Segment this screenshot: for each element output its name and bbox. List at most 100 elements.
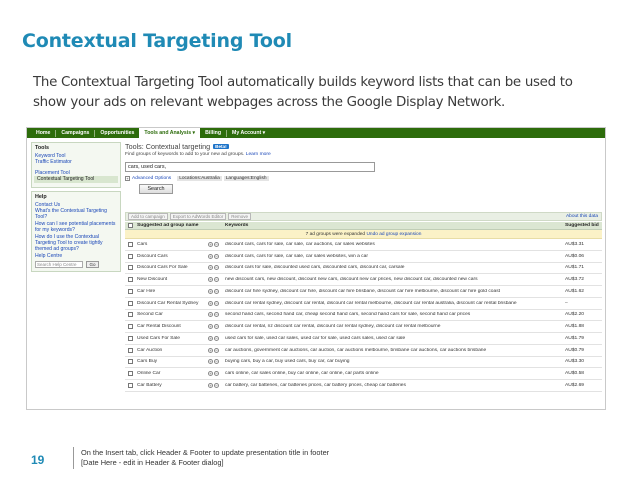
ad-group-name: Discount Car Rental Sydney <box>137 300 199 306</box>
expand-plus-icon[interactable]: + <box>208 359 213 365</box>
row-controls: + − <box>208 371 224 377</box>
languages-filter[interactable]: Languages:English <box>223 176 269 181</box>
expand-plus-icon[interactable]: + <box>208 347 213 353</box>
nav-tab-campaigns[interactable]: Campaigns <box>56 128 94 138</box>
nav-tab-billing[interactable]: Billing <box>200 128 226 138</box>
select-all-cell <box>125 223 135 228</box>
table-row: Car Rental Discount + − discount car rental… <box>125 321 602 333</box>
help-link-themed-ad-groups[interactable]: How do I use the Contextual Targeting To… <box>32 234 120 253</box>
tools-panel: Tools Keyword Tool Traffic Estimator Pla… <box>31 142 121 188</box>
suggested-bid: AU$0.79 <box>565 347 585 353</box>
row-checkbox[interactable] <box>127 277 133 283</box>
expand-plus-icon[interactable]: + <box>208 288 213 294</box>
suggested-bid: AU$2.20 <box>565 312 585 318</box>
row-checkbox[interactable] <box>127 335 133 341</box>
suggested-bid: AU$0.06 <box>565 253 585 259</box>
sidebar: Tools Keyword Tool Traffic Estimator Pla… <box>31 142 121 275</box>
help-go-button[interactable]: Go <box>86 261 99 269</box>
expand-plus-icon[interactable]: + <box>125 176 130 181</box>
ad-group-name: Car Battery <box>137 382 162 388</box>
table-row: Car Hire + − discount car hire sydney, disc… <box>125 286 602 298</box>
learn-more-link[interactable]: Learn more <box>246 152 271 157</box>
nav-tab-home[interactable]: Home <box>31 128 55 138</box>
row-controls: + − <box>208 324 224 330</box>
row-controls: + − <box>208 241 224 247</box>
expand-plus-icon[interactable]: + <box>208 241 213 247</box>
expand-plus-icon[interactable]: + <box>208 265 213 271</box>
tool-title: Tools: Contextual targeting Beta! <box>125 142 602 151</box>
footer-divider <box>73 447 74 469</box>
keyword-input[interactable]: cars, used cars, <box>125 162 375 172</box>
undo-expansion-link[interactable]: Undo ad group expansion <box>366 232 421 237</box>
nav-tab-opportunities[interactable]: Opportunities <box>95 128 139 138</box>
collapse-minus-icon[interactable]: − <box>214 359 219 365</box>
expand-plus-icon[interactable]: + <box>208 277 213 283</box>
add-to-campaign-button[interactable]: Add to campaign <box>128 213 168 220</box>
collapse-minus-icon[interactable]: − <box>214 312 219 318</box>
expand-plus-icon[interactable]: + <box>208 312 213 318</box>
help-search-input[interactable]: Search Help Centre <box>35 261 83 269</box>
tool-name: Contextual targeting <box>145 142 211 151</box>
header-ad-group-name[interactable]: Suggested ad group name <box>135 223 208 228</box>
row-checkbox[interactable] <box>127 359 133 365</box>
remove-button[interactable]: Remove <box>228 213 251 220</box>
row-checkbox[interactable] <box>127 265 133 271</box>
footer-line-2: [Date Here - edit in Header & Footer dia… <box>81 458 224 467</box>
suggested-bid: AU$3.31 <box>565 241 585 247</box>
locations-filter[interactable]: Locations:Australia <box>177 176 222 181</box>
advanced-options-row: + Advanced Options Locations:Australia L… <box>125 176 602 181</box>
table-row: Discount Car Rental Sydney + − discount car… <box>125 298 602 310</box>
row-controls: + − <box>208 312 224 318</box>
collapse-minus-icon[interactable]: − <box>214 371 219 377</box>
select-all-checkbox[interactable] <box>127 223 133 228</box>
collapse-minus-icon[interactable]: − <box>214 265 219 271</box>
row-checkbox[interactable] <box>127 253 133 259</box>
expand-plus-icon[interactable]: + <box>208 324 213 330</box>
table-row: Cars + − discount cars, cars for sale, car … <box>125 239 602 251</box>
expand-plus-icon[interactable]: + <box>208 371 213 377</box>
row-controls: + − <box>208 277 224 283</box>
table-row: New Discount + − new discount cars, new dis… <box>125 274 602 286</box>
keywords-cell: second hand cars, second hand car, cheap… <box>225 312 471 318</box>
row-checkbox-cell <box>125 312 135 318</box>
row-checkbox[interactable] <box>127 324 133 330</box>
expand-plus-icon[interactable]: + <box>208 253 213 259</box>
about-this-data-link[interactable]: About this data <box>566 214 601 219</box>
help-link-potential-placements[interactable]: How can I see potential placements for m… <box>32 221 120 234</box>
collapse-minus-icon[interactable]: − <box>214 241 219 247</box>
export-button[interactable]: Export to AdWords Editor <box>169 213 227 220</box>
row-checkbox[interactable] <box>127 371 133 377</box>
collapse-minus-icon[interactable]: − <box>214 253 219 259</box>
collapse-minus-icon[interactable]: − <box>214 382 219 388</box>
collapse-minus-icon[interactable]: − <box>214 300 219 306</box>
header-suggested-bid[interactable]: Suggested bid <box>562 223 602 228</box>
advanced-options-link[interactable]: Advanced Options <box>132 176 171 181</box>
tools-label: Tools: <box>125 142 144 151</box>
collapse-minus-icon[interactable]: − <box>214 288 219 294</box>
suggested-bid: AU$1.88 <box>565 324 585 330</box>
row-checkbox-cell <box>125 265 135 271</box>
row-controls: + − <box>208 265 224 271</box>
row-checkbox[interactable] <box>127 312 133 318</box>
nav-tab-tools-and-analysis[interactable]: Tools and Analysis ▾ <box>139 128 201 138</box>
row-controls: + − <box>208 382 224 388</box>
help-link-what-is-tool[interactable]: What's the Contextual Targeting Tool? <box>32 208 120 221</box>
help-search: Search Help Centre Go <box>32 259 120 271</box>
ad-group-name: Car Auction <box>137 347 163 353</box>
row-checkbox[interactable] <box>127 241 133 247</box>
collapse-minus-icon[interactable]: − <box>214 347 219 353</box>
collapse-minus-icon[interactable]: − <box>214 277 219 283</box>
expand-plus-icon[interactable]: + <box>208 335 213 341</box>
search-button[interactable]: Search <box>139 184 173 194</box>
row-checkbox[interactable] <box>127 300 133 306</box>
row-checkbox[interactable] <box>127 382 133 388</box>
collapse-minus-icon[interactable]: − <box>214 324 219 330</box>
row-checkbox[interactable] <box>127 347 133 353</box>
nav-tab-my-account[interactable]: My Account ▾ <box>227 128 270 138</box>
collapse-minus-icon[interactable]: − <box>214 335 219 341</box>
ad-group-name: Discount Cars <box>137 253 168 259</box>
help-heading: Help <box>35 193 47 200</box>
expand-plus-icon[interactable]: + <box>208 382 213 388</box>
row-checkbox[interactable] <box>127 288 133 294</box>
expand-plus-icon[interactable]: + <box>208 300 213 306</box>
